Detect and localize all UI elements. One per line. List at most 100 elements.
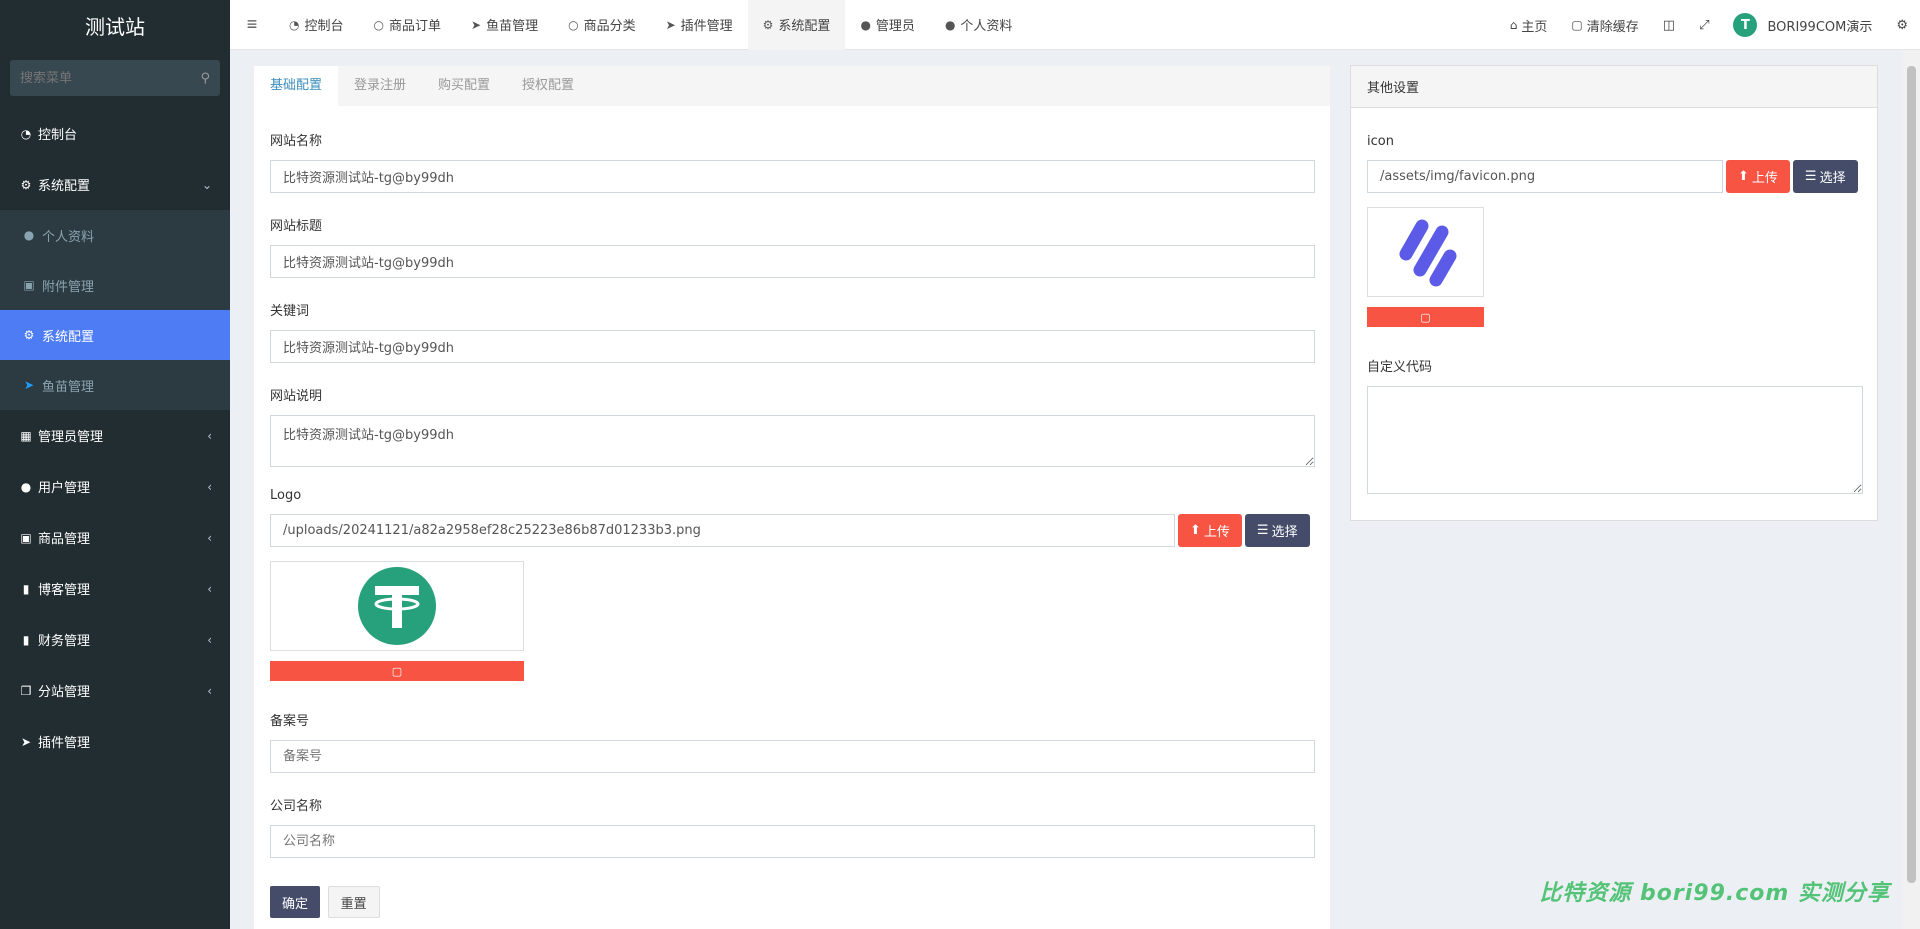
circle-icon: ○ [568, 17, 579, 32]
company-field[interactable] [270, 825, 1315, 858]
tab-label: 管理员 [875, 19, 915, 34]
list-icon: ☰ [1804, 169, 1817, 184]
sidebar-item-users[interactable]: ● 用户管理 ‹ [0, 461, 230, 512]
brand-title[interactable]: 测试站 [0, 0, 230, 50]
top-navbar: ≡ ◔ 控制台 ○ 商品订单 ➤ 鱼苗管理 ○ 商品分类 ➤ 插件管理 ⚙ 系统配置 ● 管理… [230, 0, 1920, 50]
user-name: BORI99COM演示 [1767, 19, 1873, 35]
tab-categories[interactable]: ○ 商品分类 [553, 0, 651, 50]
menu-search-input[interactable] [20, 70, 201, 86]
sidebar-item-attachments[interactable]: ▣ 附件管理 [0, 260, 230, 310]
sidebar-item-goods[interactable]: ▣ 商品管理 ‹ [0, 512, 230, 563]
form-actions: 确定 重置 [270, 886, 380, 918]
site-name-field[interactable] [270, 160, 1315, 193]
upload-icon: ⬆ [1738, 169, 1749, 184]
dashboard-icon: ◔ [289, 17, 300, 32]
tab-orders[interactable]: ○ 商品订单 [359, 0, 457, 50]
chevron-left-icon: ‹ [207, 530, 212, 545]
language-icon[interactable]: ◫ [1651, 18, 1687, 33]
watermark: 比特资源 bori99.com 实测分享 [1539, 881, 1890, 906]
tab-fish[interactable]: ➤ 鱼苗管理 [456, 0, 553, 50]
icon-upload-button[interactable]: ⬆ 上传 [1726, 160, 1790, 193]
chevron-left-icon: ‹ [207, 632, 212, 647]
site-title-field[interactable] [270, 245, 1315, 278]
trash-icon: ▢ [1420, 311, 1431, 324]
site-name-label: 网站名称 [270, 134, 323, 149]
gear-icon: ⚙ [23, 328, 35, 342]
logo-select-button[interactable]: ☰ 选择 [1244, 514, 1310, 547]
sidebar-item-plugins[interactable]: ➤ 插件管理 [0, 716, 230, 767]
upload-icon: ⬆ [1190, 523, 1201, 538]
tab-system-config[interactable]: ⚙ 系统配置 [747, 0, 846, 50]
sidebar-item-label: 附件管理 [42, 279, 95, 295]
sidebar-item-substation[interactable]: ❐ 分站管理 ‹ [0, 665, 230, 716]
tab-purchase-config[interactable]: 购买配置 [422, 66, 506, 106]
settings-gears-icon[interactable]: ⚙ [1884, 18, 1920, 33]
tab-auth-config[interactable]: 授权配置 [506, 66, 590, 106]
clear-cache-label: 清除缓存 [1586, 19, 1639, 35]
menu-search-box: ⚲ [10, 60, 220, 96]
sidebar-item-system-config-active[interactable]: ⚙ 系统配置 [0, 310, 230, 360]
book-icon: ▮ [22, 581, 30, 596]
tab-profile[interactable]: ● 个人资料 [930, 0, 1028, 50]
sidebar-item-blog[interactable]: ▮ 博客管理 ‹ [0, 563, 230, 614]
sidebar-item-system-config[interactable]: ⚙ 系统配置 ⌄ [0, 159, 230, 210]
icon-delete-button[interactable]: ▢ [1367, 307, 1484, 327]
logo-delete-button[interactable]: ▢ [270, 661, 524, 681]
chevron-left-icon: ‹ [207, 479, 212, 494]
page-scrollbar[interactable] [1903, 50, 1920, 929]
logo-upload-button[interactable]: ⬆ 上传 [1178, 514, 1242, 547]
submit-button[interactable]: 确定 [270, 886, 321, 918]
avatar: T [1733, 13, 1758, 37]
tab-login-register[interactable]: 登录注册 [338, 66, 422, 106]
tab-plugins[interactable]: ➤ 插件管理 [651, 0, 748, 50]
reset-button[interactable]: 重置 [327, 886, 380, 918]
fish-icon: ➤ [471, 17, 482, 32]
sidebar-item-profile[interactable]: ● 个人资料 [0, 210, 230, 260]
keywords-field[interactable] [270, 330, 1315, 363]
sidebar-item-label: 鱼苗管理 [42, 379, 95, 395]
user-menu[interactable]: T BORI99COM演示 [1721, 13, 1884, 37]
scrollbar-thumb[interactable] [1907, 66, 1916, 883]
sidebar-item-finance[interactable]: ▮ 财务管理 ‹ [0, 614, 230, 665]
navbar-right: ⌂ 主页 ▢ 清除缓存 ◫ ⤢ T BORI99COM演示 ⚙ [1498, 0, 1920, 50]
icon-select-button[interactable]: ☰ 选择 [1792, 160, 1858, 193]
keywords-group: 关键词 [270, 300, 1315, 363]
plug-icon: ➤ [20, 734, 32, 749]
home-link[interactable]: ⌂ 主页 [1498, 16, 1560, 35]
tab-admins[interactable]: ● 管理员 [845, 0, 930, 50]
company-label: 公司名称 [270, 799, 323, 814]
menu-toggle-icon[interactable]: ≡ [230, 0, 274, 50]
clone-icon: ❐ [20, 683, 32, 698]
search-icon[interactable]: ⚲ [200, 70, 210, 86]
logo-label: Logo [270, 488, 302, 503]
sidebar-item-label: 管理员管理 [38, 430, 104, 445]
description-field[interactable]: 比特资源测试站-tg@by99dh [270, 415, 1315, 467]
description-group: 网站说明 比特资源测试站-tg@by99dh [270, 385, 1315, 470]
logo-path-field[interactable] [270, 514, 1175, 547]
fullscreen-icon[interactable]: ⤢ [1687, 18, 1721, 33]
tab-label: 控制台 [304, 19, 344, 34]
upload-label: 上传 [1751, 171, 1778, 186]
tab-basic-config[interactable]: 基础配置 [254, 66, 339, 106]
sidebar-item-admin[interactable]: ▦ 管理员管理 ‹ [0, 410, 230, 461]
site-title-label: 网站标题 [270, 219, 323, 234]
sidebar-item-fish[interactable]: ➤ 鱼苗管理 [0, 360, 230, 410]
sidebar-item-label: 用户管理 [38, 481, 91, 496]
company-group: 公司名称 [270, 795, 1315, 858]
list-icon: ☰ [1256, 523, 1269, 538]
icp-field[interactable] [270, 740, 1315, 773]
plug-icon: ➤ [665, 17, 676, 32]
sidebar-item-dashboard[interactable]: ◔ 控制台 [0, 108, 230, 159]
custom-code-group: 自定义代码 [1367, 356, 1863, 497]
site-title-group: 网站标题 [270, 215, 1315, 278]
logo-preview [270, 561, 524, 651]
clear-cache-button[interactable]: ▢ 清除缓存 [1559, 16, 1650, 35]
sidebar-item-label: 个人资料 [42, 229, 95, 245]
site-name-group: 网站名称 [270, 130, 1315, 193]
icon-path-field[interactable] [1367, 160, 1723, 193]
logo-group: Logo ⬆上传 ☰选择 ▢ [270, 488, 1310, 681]
tab-dashboard[interactable]: ◔ 控制台 [274, 0, 359, 50]
custom-code-field[interactable] [1367, 386, 1863, 494]
select-label: 选择 [1819, 171, 1846, 186]
select-label: 选择 [1271, 525, 1298, 540]
